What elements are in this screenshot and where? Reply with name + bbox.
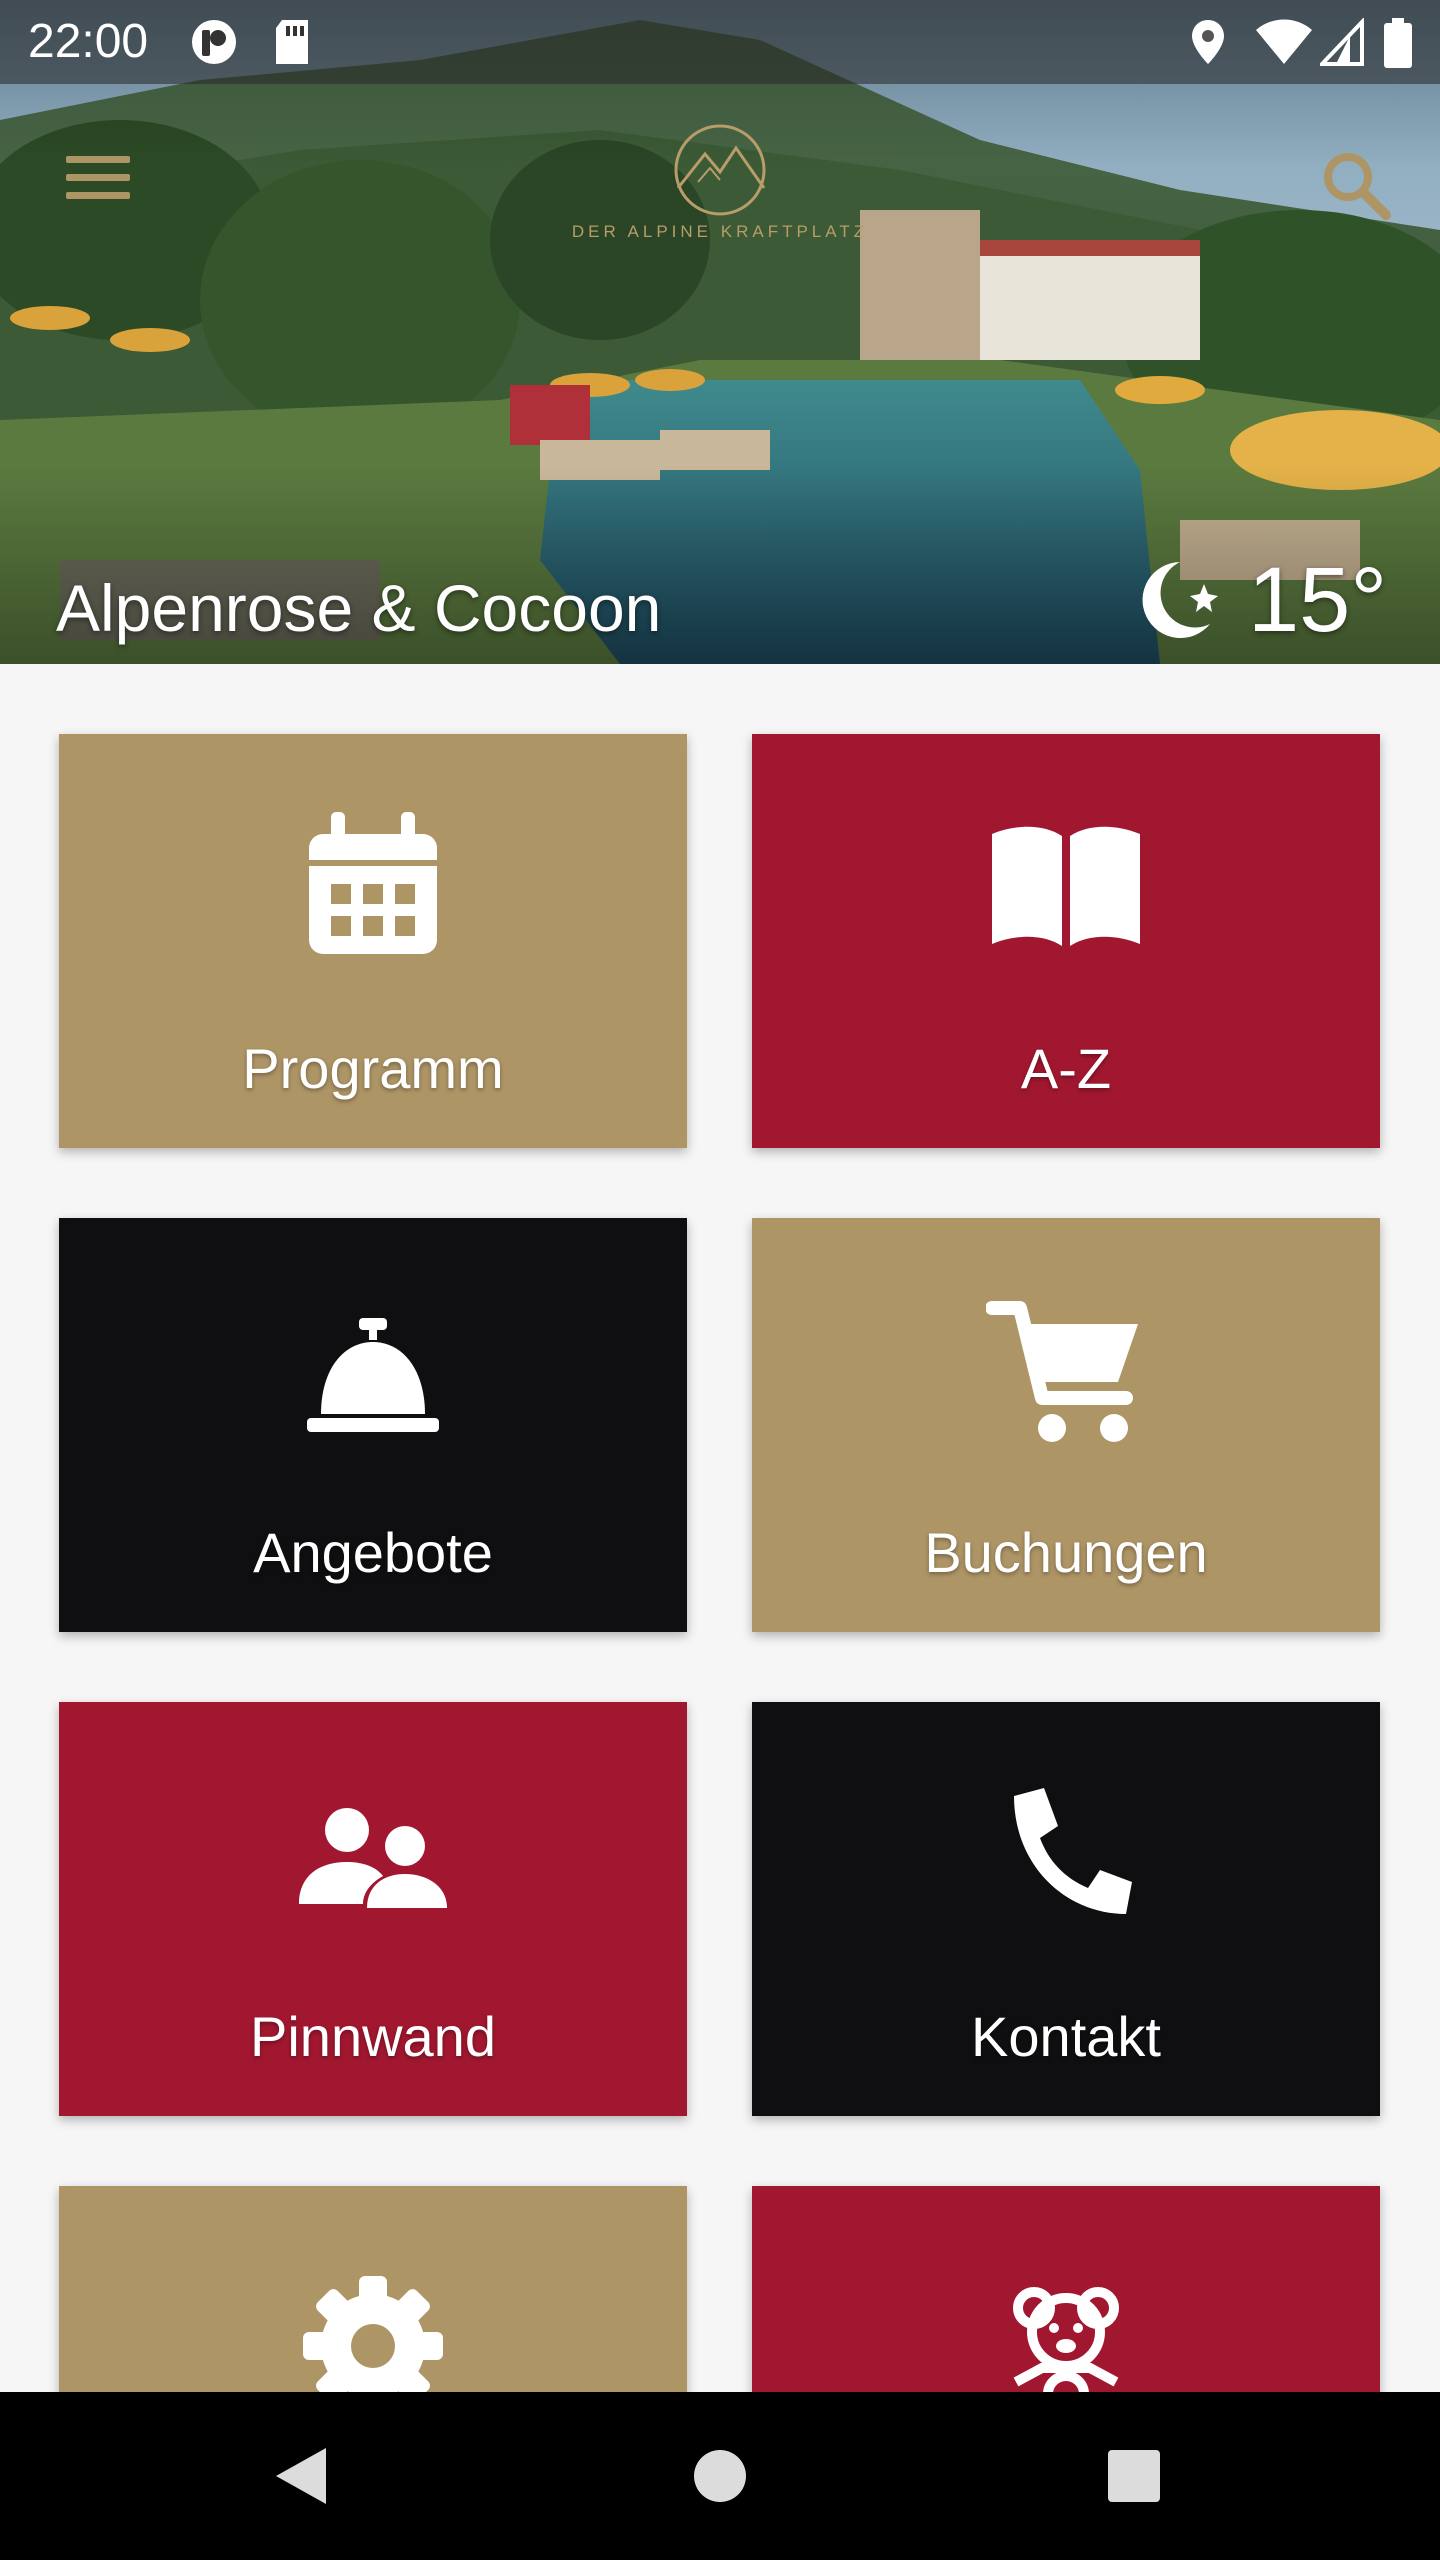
hotel-logo: DER ALPINE KRAFTPLATZ (560, 118, 880, 248)
tile-pinnwand[interactable]: Pinnwand (59, 1702, 687, 2116)
tile-programm[interactable]: Programm (59, 734, 687, 1148)
hotel-name: Alpenrose & Cocoon (56, 571, 662, 645)
tile-label: Buchungen (924, 1521, 1208, 1584)
tile-angebote[interactable]: Angebote (59, 1218, 687, 1632)
location-icon (1192, 20, 1224, 64)
tile-a-z[interactable]: A-Z (752, 734, 1380, 1148)
sd-card-icon (276, 20, 308, 64)
app-screen: 22:00 DER ALPINE KRAFTPLATZ Alpenrose & … (0, 0, 1440, 2560)
users-icon (299, 1808, 447, 1908)
status-bar: 22:00 (0, 0, 1440, 84)
back-icon[interactable] (260, 2436, 340, 2516)
status-time: 22:00 (28, 15, 149, 68)
home-icon[interactable] (680, 2436, 760, 2516)
moon-star-icon (1142, 562, 1218, 638)
hero-shade (0, 0, 1440, 664)
hamburger-line (66, 156, 130, 163)
tile-label: Programm (242, 1037, 504, 1100)
recents-icon[interactable] (1094, 2436, 1174, 2516)
menu-button[interactable] (58, 150, 138, 210)
notification-app-icon (192, 20, 236, 64)
tile-label: Angebote (253, 1521, 493, 1584)
weather-temperature: 15° (1248, 549, 1388, 651)
tile-kontakt[interactable]: Kontakt (752, 1702, 1380, 2116)
book-open-icon (992, 826, 1140, 946)
cellular-signal-icon (1320, 18, 1364, 66)
wifi-icon (1256, 19, 1312, 64)
logo-text: DER ALPINE KRAFTPLATZ (571, 222, 869, 241)
hamburger-line (66, 174, 130, 181)
hero-banner: 22:00 DER ALPINE KRAFTPLATZ Alpenrose & … (0, 0, 1440, 664)
phone-icon (1014, 1788, 1132, 1914)
shopping-cart-icon (986, 1301, 1138, 1442)
mountain-logo-icon (674, 124, 766, 216)
search-icon (1324, 153, 1391, 220)
tile-label: Kontakt (971, 2005, 1161, 2068)
tile-buchungen[interactable]: Buchungen (752, 1218, 1380, 1632)
system-navigation-bar (0, 2392, 1440, 2560)
tile-label: Pinnwand (250, 2005, 496, 2068)
calendar-icon (309, 812, 437, 954)
battery-icon (1384, 18, 1412, 68)
service-bell-icon (307, 1318, 439, 1432)
tile-label: A-Z (1020, 1037, 1112, 1100)
search-button[interactable] (1316, 145, 1396, 225)
hamburger-line (66, 192, 130, 199)
